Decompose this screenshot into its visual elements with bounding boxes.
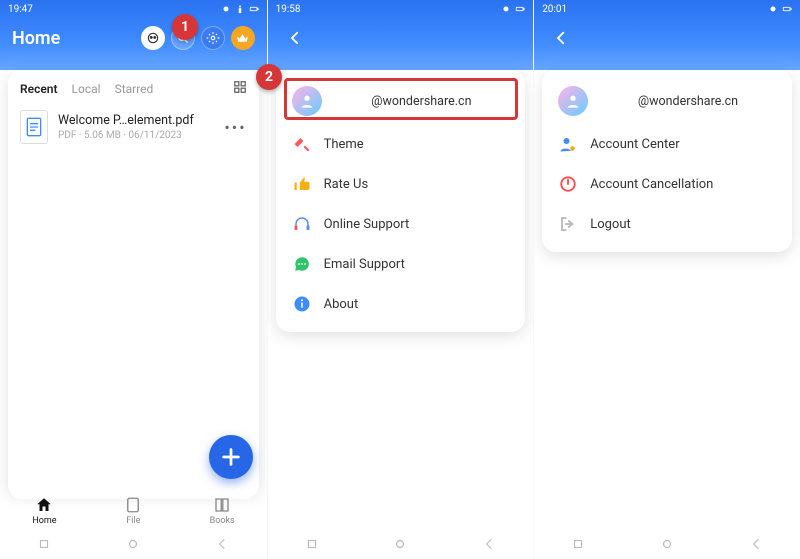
- back-icon[interactable]: [280, 23, 310, 53]
- avatar: [292, 86, 322, 116]
- status-time: 19:58: [276, 4, 301, 15]
- screen-settings: 19:58 @wondershare.cn: [267, 0, 534, 559]
- settings-item-about[interactable]: About: [280, 284, 522, 324]
- logout-icon: [558, 214, 578, 234]
- theme-icon: [292, 134, 312, 154]
- android-nav: [268, 531, 534, 559]
- android-nav: [534, 531, 800, 559]
- more-icon[interactable]: •••: [224, 118, 246, 137]
- ai-icon[interactable]: [141, 26, 165, 50]
- user-gear-icon: [558, 134, 578, 154]
- account-email: @wondershare.cn: [334, 94, 510, 109]
- power-icon: [558, 174, 578, 194]
- view-mode-icon[interactable]: [233, 80, 247, 98]
- fab-add-button[interactable]: [209, 435, 253, 479]
- account-item-label: Logout: [590, 217, 631, 232]
- account-card: @wondershare.cn Account Center Account C…: [542, 70, 792, 252]
- callout-badge-2: 2: [256, 64, 282, 90]
- settings-item-label: Rate Us: [324, 177, 369, 192]
- nav-recent-icon[interactable]: [37, 536, 51, 555]
- nav-back-icon[interactable]: [215, 536, 229, 555]
- screen-home: 19:47 Home: [0, 0, 267, 559]
- tabs: Recent Local Starred: [8, 70, 259, 104]
- nav-back-icon[interactable]: [749, 536, 763, 555]
- bottom-tab-home[interactable]: Home: [14, 496, 74, 526]
- status-time: 20:01: [542, 4, 567, 15]
- settings-card: @wondershare.cn Theme Rate Us Online Sup…: [276, 70, 526, 332]
- status-icons: [768, 4, 792, 14]
- headset-icon: [292, 214, 312, 234]
- bottom-tab-label: File: [126, 516, 140, 526]
- chat-icon: [292, 254, 312, 274]
- settings-item-email-support[interactable]: Email Support: [280, 244, 522, 284]
- nav-recent-icon[interactable]: [571, 536, 585, 555]
- file-meta: PDF · 5.06 MB · 06/11/2023: [58, 130, 214, 141]
- screen-account: 20:01 @wondershare.cn: [533, 0, 800, 559]
- back-icon[interactable]: [546, 23, 576, 53]
- settings-item-online-support[interactable]: Online Support: [280, 204, 522, 244]
- nav-home-icon[interactable]: [126, 536, 140, 555]
- callout-badge-1: 1: [172, 14, 198, 40]
- header: 19:47 Home: [0, 0, 267, 70]
- android-nav: [0, 531, 267, 559]
- account-item-label: Account Cancellation: [590, 177, 713, 192]
- bottom-tabbar: Home File Books: [0, 491, 267, 531]
- settings-item-label: Online Support: [324, 217, 410, 232]
- nav-home-icon[interactable]: [393, 536, 407, 555]
- settings-item-label: Theme: [324, 137, 364, 152]
- account-row[interactable]: @wondershare.cn: [546, 78, 788, 124]
- bottom-tab-label: Books: [210, 516, 235, 526]
- header: 20:01: [534, 0, 800, 70]
- file-name: Welcome P…element.pdf: [58, 113, 214, 128]
- status-time: 19:47: [8, 4, 33, 15]
- thumbs-up-icon: [292, 174, 312, 194]
- status-icons: [501, 4, 525, 14]
- nav-recent-icon[interactable]: [305, 536, 319, 555]
- tab-recent[interactable]: Recent: [20, 82, 58, 96]
- settings-item-label: About: [324, 297, 359, 312]
- file-thumb-icon: [20, 110, 48, 144]
- header: 19:58: [268, 0, 534, 70]
- file-row[interactable]: Welcome P…element.pdf PDF · 5.06 MB · 06…: [8, 104, 259, 154]
- settings-item-rate[interactable]: Rate Us: [280, 164, 522, 204]
- account-item-center[interactable]: Account Center: [546, 124, 788, 164]
- info-icon: [292, 294, 312, 314]
- account-item-logout[interactable]: Logout: [546, 204, 788, 244]
- settings-item-theme[interactable]: Theme: [280, 124, 522, 164]
- bottom-tab-file[interactable]: File: [103, 496, 163, 526]
- nav-home-icon[interactable]: [660, 536, 674, 555]
- status-bar: 19:47: [0, 0, 267, 18]
- account-email: @wondershare.cn: [600, 94, 776, 109]
- bottom-tab-books[interactable]: Books: [192, 496, 252, 526]
- tab-local[interactable]: Local: [72, 82, 101, 96]
- avatar: [558, 86, 588, 116]
- premium-icon[interactable]: [231, 26, 255, 50]
- page-title: Home: [12, 28, 135, 49]
- status-icons: [221, 4, 259, 14]
- settings-icon[interactable]: [201, 26, 225, 50]
- content-card: Recent Local Starred Welcome P…element.p…: [8, 70, 259, 499]
- bottom-tab-label: Home: [32, 516, 56, 526]
- account-row[interactable]: @wondershare.cn: [280, 78, 522, 124]
- account-item-cancel[interactable]: Account Cancellation: [546, 164, 788, 204]
- settings-item-label: Email Support: [324, 257, 405, 272]
- nav-back-icon[interactable]: [482, 536, 496, 555]
- tab-starred[interactable]: Starred: [115, 82, 154, 96]
- account-item-label: Account Center: [590, 137, 679, 152]
